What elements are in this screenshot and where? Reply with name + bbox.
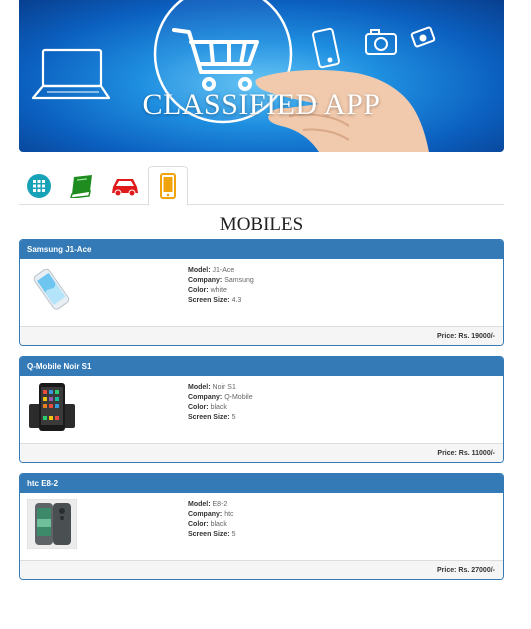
company-value: htc	[224, 511, 234, 518]
tab-vehicles[interactable]	[105, 166, 145, 205]
product-image	[27, 499, 77, 549]
product-specs: Model: E8-2 Company: htc Color: black Sc…	[188, 500, 236, 540]
car-icon	[112, 178, 138, 196]
screen-label: Screen Size:	[188, 297, 230, 304]
product-price: Price: Rs. 11000/-	[20, 443, 503, 462]
company-label: Company:	[188, 394, 223, 401]
tab-books[interactable]	[62, 166, 102, 205]
phone-icon	[312, 27, 340, 69]
product-image	[29, 383, 75, 431]
product-specs: Model: J1-Ace Company: Samsung Color: wh…	[188, 266, 254, 306]
product-body: Model: Noir S1 Company: Q-Mobile Color: …	[20, 376, 503, 443]
screen-value: 5	[231, 414, 236, 421]
product-image	[33, 268, 70, 310]
model-label: Model:	[188, 384, 211, 391]
color-label: Color:	[188, 404, 209, 411]
color-label: Color:	[188, 287, 209, 294]
color-value: black	[210, 404, 227, 411]
company-value: Samsung	[224, 277, 254, 284]
model-label: Model:	[188, 267, 211, 274]
screen-label: Screen Size:	[188, 414, 230, 421]
category-tabs	[19, 166, 504, 206]
mobile-icon	[160, 173, 176, 199]
device-icon	[410, 26, 436, 48]
company-label: Company:	[188, 511, 223, 518]
screen-label: Screen Size:	[188, 531, 230, 538]
product-price: Price: Rs. 27000/-	[20, 560, 503, 579]
screen-value: 5	[231, 531, 236, 538]
screen-value: 4.3	[231, 297, 242, 304]
book-icon	[70, 174, 92, 198]
product-card[interactable]: Q-Mobile Noir S1 Model: Noir S1 Company:…	[19, 356, 504, 463]
product-name: Samsung J1-Ace	[20, 240, 503, 259]
model-label: Model:	[188, 501, 211, 508]
company-label: Company:	[188, 277, 223, 284]
model-value: E8-2	[212, 501, 228, 508]
tab-all[interactable]	[19, 166, 59, 205]
tab-mobiles[interactable]	[148, 166, 188, 206]
color-value: black	[210, 521, 227, 528]
product-specs: Model: Noir S1 Company: Q-Mobile Color: …	[188, 383, 253, 423]
grid-icon	[27, 173, 51, 198]
product-card[interactable]: htc E8-2 Model: E8-2 Company: htc Color:…	[19, 473, 504, 580]
header-banner: CLASSIFIED APP	[19, 0, 504, 152]
product-card[interactable]: Samsung J1-Ace Model: J1-Ace Company: Sa…	[19, 239, 504, 346]
product-price: Price: Rs. 19000/-	[20, 326, 503, 345]
product-name: Q-Mobile Noir S1	[20, 357, 503, 376]
color-label: Color:	[188, 521, 209, 528]
product-body: Model: J1-Ace Company: Samsung Color: wh…	[20, 259, 503, 326]
model-value: J1-Ace	[212, 267, 235, 274]
model-value: Noir S1	[212, 384, 236, 391]
company-value: Q-Mobile	[224, 394, 253, 401]
product-body: Model: E8-2 Company: htc Color: black Sc…	[20, 493, 503, 560]
banner-illustration	[31, 0, 436, 152]
section-title: MOBILES	[219, 214, 304, 235]
banner-title: CLASSIFIED APP	[142, 88, 381, 121]
color-value: white	[210, 287, 227, 294]
product-name: htc E8-2	[20, 474, 503, 493]
camera-icon	[365, 29, 397, 55]
